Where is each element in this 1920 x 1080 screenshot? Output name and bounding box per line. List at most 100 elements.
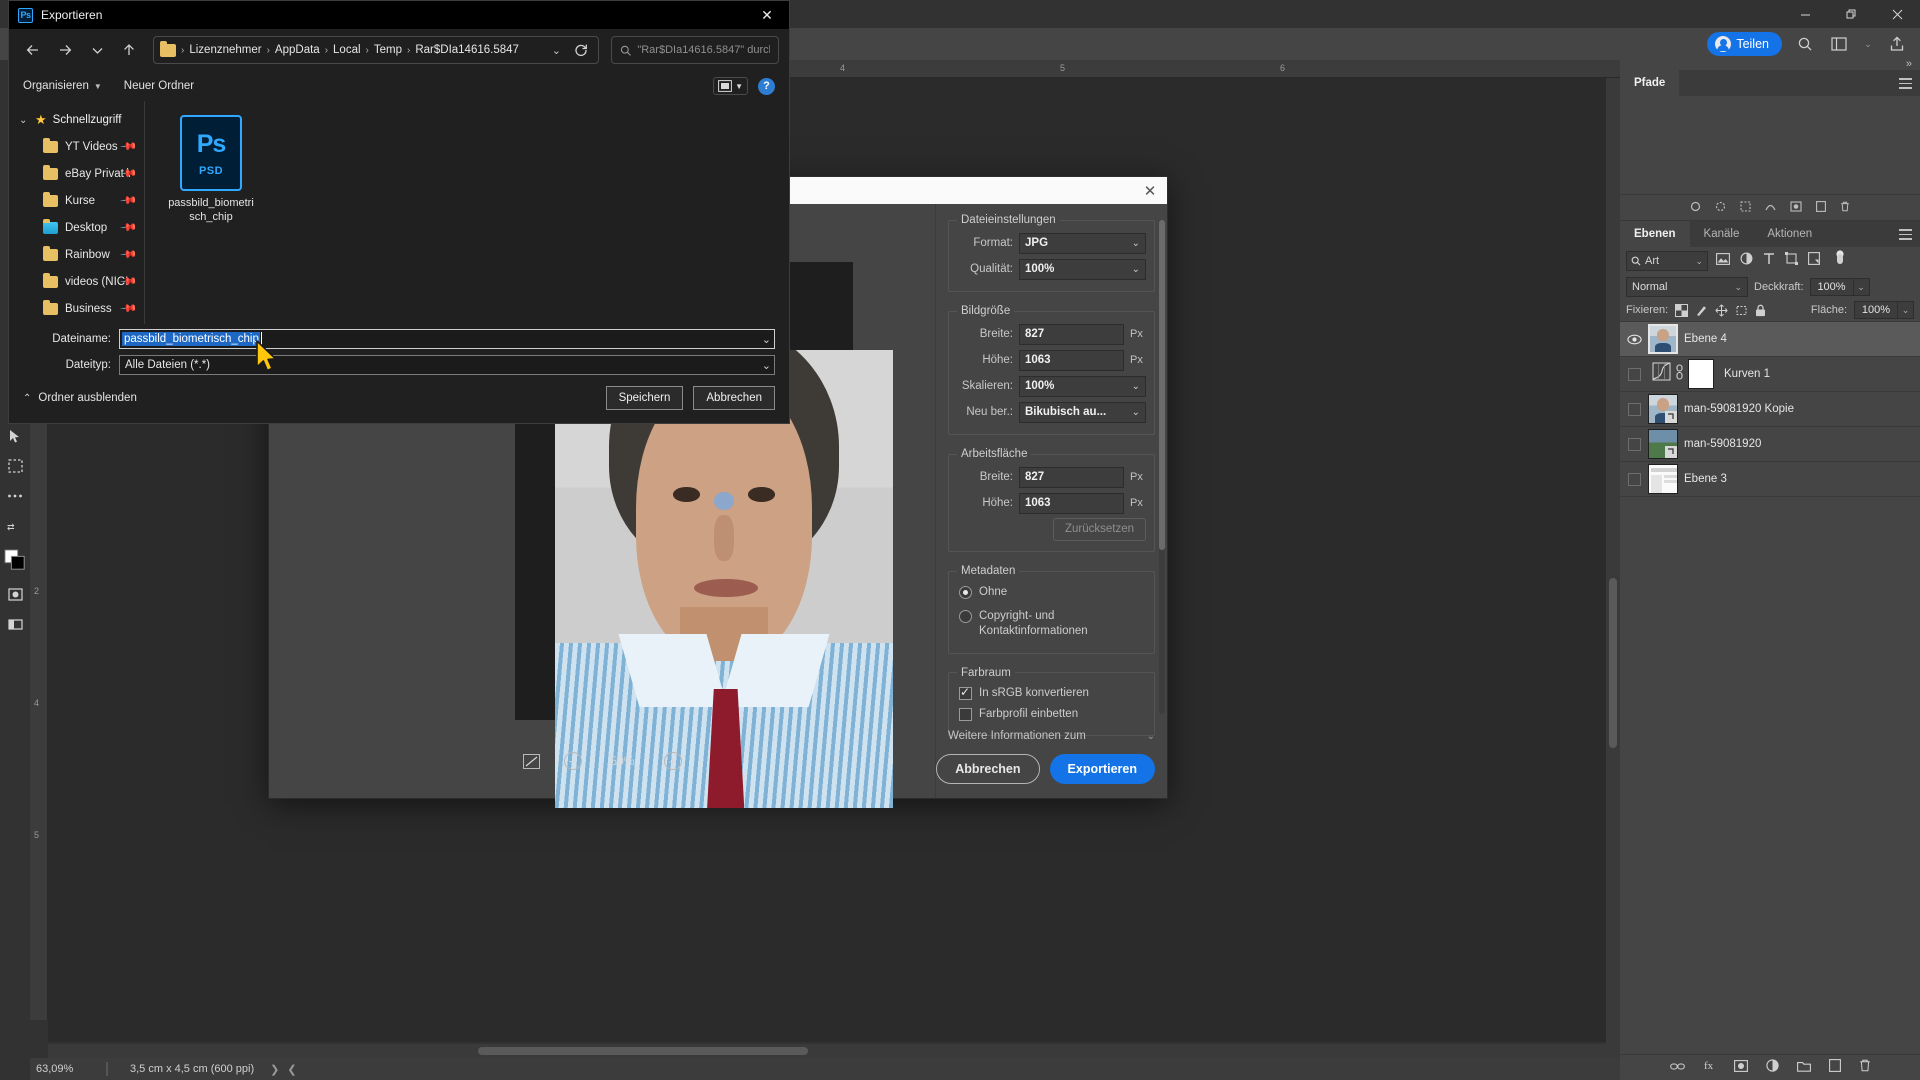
checkbox-icon[interactable] bbox=[959, 685, 972, 700]
fill-value[interactable]: 100% bbox=[1854, 301, 1898, 319]
more-tools-icon[interactable] bbox=[4, 486, 26, 506]
sidebar-item-desktop[interactable]: Desktop 📌 bbox=[9, 214, 144, 241]
chevron-down-icon[interactable]: ⌄ bbox=[19, 115, 29, 126]
rectangular-marquee-tool-icon[interactable] bbox=[4, 456, 26, 476]
resample-select[interactable]: Bikubisch au... ⌄ bbox=[1019, 401, 1146, 423]
sidebar-item-business[interactable]: Business 📌 bbox=[9, 295, 144, 322]
pin-icon[interactable]: 📌 bbox=[120, 299, 139, 318]
workspace-icon[interactable] bbox=[1828, 33, 1850, 55]
address-bar[interactable]: › Lizenznehmer › AppData › Local › Temp … bbox=[153, 36, 599, 64]
filename-input[interactable]: passbild_biometrisch_chip ⌄ bbox=[119, 329, 775, 349]
lock-all-icon[interactable] bbox=[1755, 304, 1766, 317]
file-list[interactable]: Ps PSD passbild_biometrisch_chip bbox=[145, 101, 789, 324]
chevron-down-icon[interactable]: ⌄ bbox=[1853, 278, 1870, 296]
layer-thumbnail[interactable] bbox=[1648, 429, 1678, 459]
chevron-down-icon[interactable]: ⌄ bbox=[762, 333, 771, 346]
checkbox-icon[interactable] bbox=[959, 708, 972, 722]
opacity-control[interactable]: 100% ⌄ bbox=[1809, 278, 1870, 296]
tab-aktionen[interactable]: Aktionen bbox=[1753, 221, 1826, 247]
filter-pixel-icon[interactable] bbox=[1716, 252, 1730, 270]
organize-menu[interactable]: Organisieren ▼ bbox=[23, 80, 102, 92]
help-icon[interactable]: ? bbox=[758, 77, 775, 95]
lock-position-icon[interactable] bbox=[1715, 303, 1728, 317]
chevron-down-icon[interactable]: ⌄ bbox=[1898, 301, 1914, 319]
pin-icon[interactable]: 📌 bbox=[120, 245, 139, 264]
quality-select[interactable]: 100% ⌄ bbox=[1019, 258, 1146, 280]
tab-ebenen[interactable]: Ebenen bbox=[1620, 221, 1690, 247]
filetype-select[interactable]: Alle Dateien (*.*) ⌄ bbox=[119, 355, 775, 375]
curves-adjustment-icon[interactable] bbox=[1652, 362, 1671, 386]
stroke-path-icon[interactable] bbox=[1715, 199, 1726, 217]
breadcrumb-item[interactable]: Temp bbox=[374, 44, 402, 56]
breadcrumb-item[interactable]: Lizenznehmer bbox=[189, 44, 261, 56]
share-export-icon[interactable] bbox=[1886, 33, 1908, 55]
sidebar-item-ebay-privat[interactable]: eBay Privat \ 📌 bbox=[9, 160, 144, 187]
delete-layer-icon[interactable] bbox=[1859, 1059, 1871, 1077]
restore-button[interactable] bbox=[1828, 0, 1874, 28]
new-adjustment-layer-icon[interactable] bbox=[1765, 1058, 1779, 1077]
canvas-height-input[interactable]: 1063 bbox=[1019, 492, 1124, 514]
settings-scrollbar[interactable] bbox=[1159, 220, 1165, 714]
layer-visibility-toggle[interactable] bbox=[1622, 334, 1646, 345]
radio-icon[interactable] bbox=[959, 609, 972, 623]
forward-arrow-icon[interactable] bbox=[51, 36, 79, 64]
pin-icon[interactable]: 📌 bbox=[120, 137, 139, 156]
filter-smart-object-icon[interactable] bbox=[1808, 252, 1820, 270]
cancel-button[interactable]: Abbrechen bbox=[693, 386, 775, 410]
view-options-button[interactable]: ▼ bbox=[713, 77, 748, 95]
fill-path-icon[interactable] bbox=[1690, 199, 1701, 217]
convert-srgb-option[interactable]: In sRGB konvertieren bbox=[957, 683, 1146, 705]
lock-transparency-icon[interactable] bbox=[1675, 303, 1689, 317]
table-row[interactable]: Kurven 1 bbox=[1620, 357, 1920, 392]
pin-icon[interactable]: 📌 bbox=[120, 218, 139, 237]
format-select[interactable]: JPG ⌄ bbox=[1019, 232, 1146, 254]
chevron-down-icon[interactable]: ⌄ bbox=[546, 44, 567, 57]
table-row[interactable]: man-59081920 bbox=[1620, 427, 1920, 462]
filter-shape-icon[interactable] bbox=[1785, 252, 1798, 270]
fit-screen-icon[interactable] bbox=[522, 753, 540, 769]
opacity-value[interactable]: 100% bbox=[1809, 278, 1854, 296]
canvas-width-input[interactable]: 827 bbox=[1019, 466, 1124, 488]
cancel-button[interactable]: Abbrechen bbox=[936, 754, 1040, 784]
sidebar-item-videos-nici[interactable]: videos (NICI 📌 bbox=[9, 268, 144, 295]
sidebar-item-yt-videos[interactable]: YT Videos 📌 bbox=[9, 133, 144, 160]
breadcrumb-item[interactable]: Local bbox=[333, 44, 361, 56]
metadata-copyright-option[interactable]: Copyright- und Kontaktinformationen bbox=[957, 605, 1146, 644]
breadcrumb-item[interactable]: Rar$DIa14616.5847 bbox=[415, 44, 519, 56]
lock-image-icon[interactable] bbox=[1695, 304, 1708, 317]
canvas-vertical-scrollbar[interactable] bbox=[1606, 78, 1620, 1044]
tab-kanaele[interactable]: Kanäle bbox=[1690, 221, 1754, 247]
table-row[interactable]: Ebene 4 bbox=[1620, 322, 1920, 357]
edit-toolbar-icon[interactable]: ⇄ bbox=[4, 516, 26, 536]
close-button[interactable]: ✕ bbox=[745, 1, 789, 29]
list-item[interactable]: Ps PSD passbild_biometrisch_chip bbox=[167, 115, 255, 225]
layer-link-icon[interactable] bbox=[1675, 363, 1684, 385]
zoom-in-button[interactable]: + bbox=[663, 752, 682, 770]
layer-mask-thumbnail[interactable] bbox=[1688, 359, 1714, 389]
export-button[interactable]: Exportieren bbox=[1049, 754, 1155, 784]
layer-visibility-toggle[interactable] bbox=[1622, 437, 1646, 451]
refresh-icon[interactable] bbox=[570, 43, 592, 57]
lock-nesting-icon[interactable] bbox=[1735, 304, 1748, 317]
layer-thumbnail[interactable] bbox=[1648, 324, 1678, 354]
layer-filter-type-select[interactable]: Art ⌄ bbox=[1626, 251, 1708, 271]
link-layers-icon[interactable] bbox=[1669, 1059, 1685, 1077]
close-icon[interactable]: ✕ bbox=[1139, 182, 1161, 200]
table-row[interactable]: Ebene 3 bbox=[1620, 462, 1920, 497]
sidebar-item-rainbow[interactable]: Rainbow 📌 bbox=[9, 241, 144, 268]
close-button[interactable] bbox=[1874, 0, 1920, 28]
move-tool-icon[interactable] bbox=[4, 426, 26, 446]
layer-visibility-toggle[interactable] bbox=[1622, 472, 1646, 486]
workspace-chevron-icon[interactable]: ⌄ bbox=[1862, 33, 1874, 55]
zoom-out-button[interactable]: − bbox=[563, 752, 582, 770]
recent-locations-icon[interactable] bbox=[83, 36, 111, 64]
layer-visibility-toggle[interactable] bbox=[1622, 367, 1646, 381]
image-width-input[interactable]: 827 bbox=[1019, 323, 1124, 345]
new-layer-icon[interactable] bbox=[1828, 1058, 1841, 1077]
quick-mask-icon[interactable] bbox=[4, 584, 26, 604]
layer-style-icon[interactable]: fx bbox=[1703, 1059, 1716, 1077]
back-arrow-icon[interactable] bbox=[19, 36, 47, 64]
screen-mode-icon[interactable] bbox=[4, 614, 26, 634]
new-folder-button[interactable]: Neuer Ordner bbox=[124, 80, 194, 92]
paths-list[interactable] bbox=[1620, 96, 1920, 194]
